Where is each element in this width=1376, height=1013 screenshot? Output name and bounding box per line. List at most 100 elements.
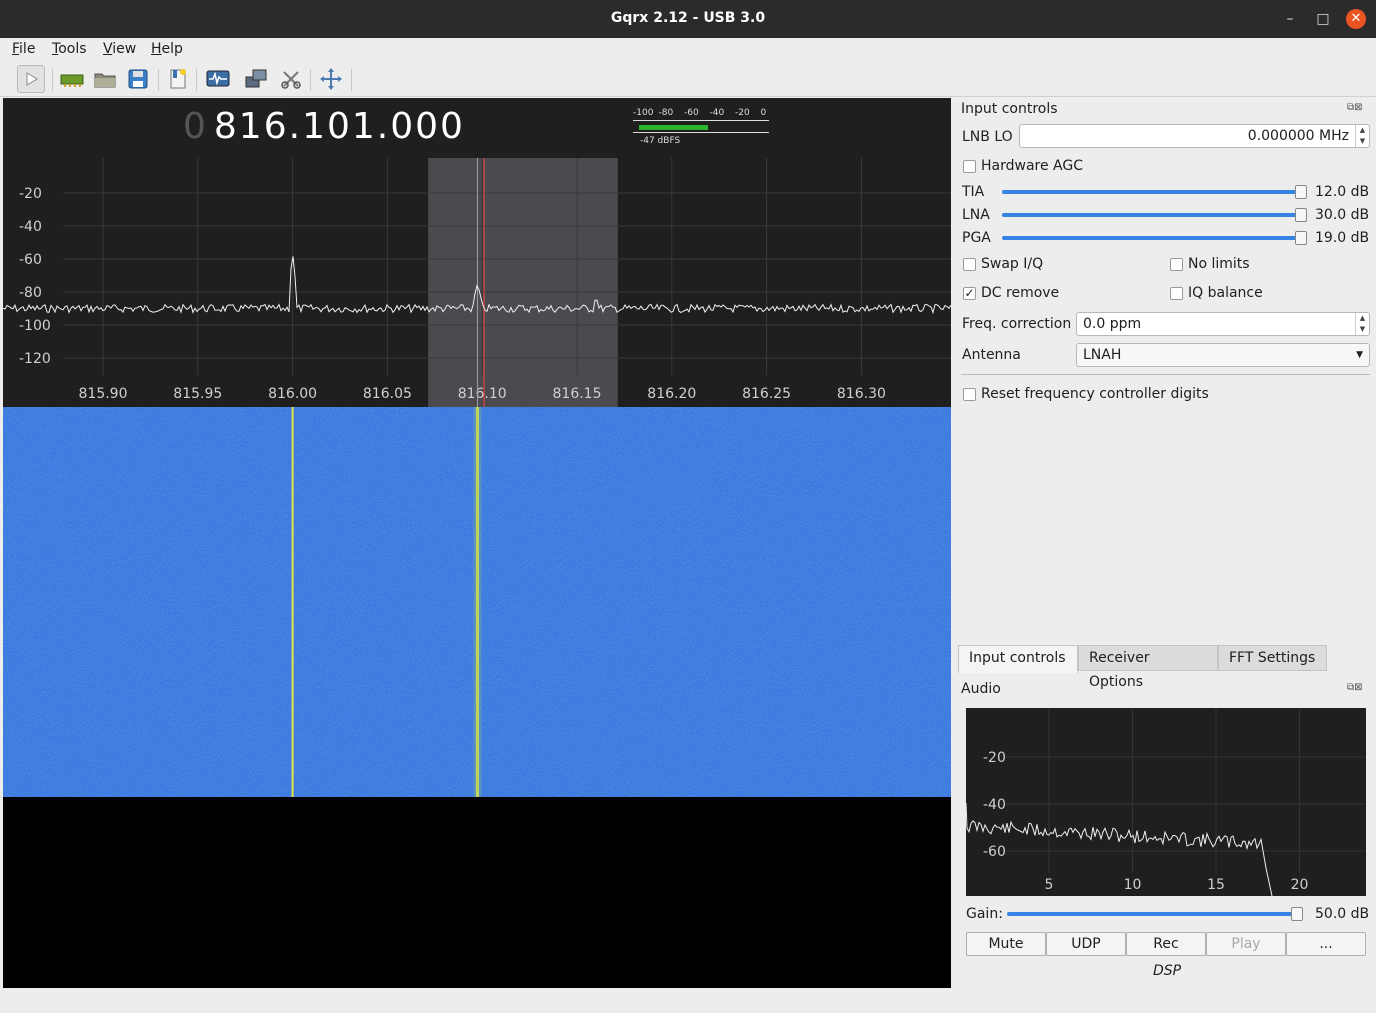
swap-iq-checkbox[interactable] — [963, 258, 976, 271]
audio-gain-handle[interactable] — [1291, 907, 1303, 921]
menu-view[interactable]: View — [103, 41, 136, 57]
dc-remove-checkbox[interactable]: ✓ — [963, 287, 976, 300]
status-bar — [0, 988, 1376, 1013]
pga-slider-handle[interactable] — [1295, 231, 1307, 245]
freq-axis-label: 816.30 — [837, 386, 886, 402]
freq-correction-input[interactable]: 0.0 ppm ▲ ▼ — [1076, 312, 1370, 336]
open-button[interactable] — [91, 65, 119, 93]
bookmark-icon — [170, 69, 186, 89]
filter-passband — [428, 158, 618, 407]
iq-balance-checkbox[interactable] — [1170, 287, 1183, 300]
waterfall-canvas[interactable] — [3, 407, 951, 797]
io-config-button[interactable] — [58, 65, 86, 93]
play-audio-button[interactable]: Play — [1206, 932, 1286, 956]
gqrx-window: Gqrx 2.12 - USB 3.0 – □ ✕ File Tools Vie… — [0, 0, 1376, 1013]
toolbar-separator — [158, 69, 159, 91]
dc-remove-label: DC remove — [981, 285, 1060, 301]
pga-label: PGA — [962, 230, 991, 246]
db-axis-label: -60 — [19, 252, 42, 268]
remote-control-icon — [206, 70, 230, 87]
tab-fft-settings[interactable]: FFT Settings — [1218, 645, 1327, 671]
audio-khz-label: 5 — [1045, 877, 1054, 893]
audio-fft-canvas: -20 -40 -60 5 10 15 20 — [965, 708, 1366, 897]
lnb-lo-spinner[interactable]: ▲ ▼ — [1355, 125, 1369, 147]
audio-db-label: -20 — [983, 750, 1006, 766]
cut-button[interactable] — [277, 65, 305, 93]
menu-tools[interactable]: Tools — [52, 41, 87, 57]
waterfall-signal-glow — [473, 407, 482, 797]
section-divider — [961, 374, 1370, 375]
freq-axis-label: 816.15 — [553, 386, 602, 402]
udp-button[interactable]: UDP — [1046, 932, 1126, 956]
rec-button[interactable]: Rec — [1126, 932, 1206, 956]
audio-dock-buttons[interactable]: ⧉⊠ — [1347, 682, 1363, 693]
play-icon — [26, 72, 38, 86]
tia-label: TIA — [962, 184, 985, 200]
minimize-button[interactable]: – — [1280, 9, 1300, 29]
db-axis-label: -20 — [19, 186, 42, 202]
menu-help[interactable]: Help — [151, 41, 183, 57]
audio-gain-label: Gain: — [966, 906, 1003, 922]
db-axis-label: -120 — [19, 351, 51, 367]
audio-title: Audio — [961, 681, 1001, 697]
dsp-label: DSP — [1153, 963, 1182, 979]
spectrum-canvas[interactable]: 815.90 815.95 816.00 816.05 816.10 816.15 816.… — [3, 98, 951, 407]
network-button[interactable] — [243, 65, 271, 93]
hardware-agc-label: Hardware AGC — [981, 158, 1083, 174]
lna-slider[interactable] — [1002, 213, 1302, 217]
audio-db-label: -40 — [983, 797, 1006, 813]
tia-value: 12.0 dB — [1315, 184, 1370, 200]
freq-axis-label: 815.90 — [79, 386, 128, 402]
tab-receiver-options[interactable]: Receiver Options — [1078, 645, 1218, 690]
waterfall-signal-trace — [291, 407, 294, 797]
close-button[interactable]: ✕ — [1346, 9, 1366, 29]
waterfall-display[interactable] — [3, 407, 951, 797]
hardware-agc-checkbox[interactable] — [963, 160, 976, 173]
bookmark-button[interactable] — [164, 65, 192, 93]
audio-gain-slider[interactable] — [1007, 912, 1303, 916]
db-axis-label: -80 — [19, 285, 42, 301]
iq-balance-label: IQ balance — [1188, 285, 1263, 301]
toolbar — [0, 61, 1376, 97]
tia-slider[interactable] — [1002, 190, 1302, 194]
play-button[interactable] — [17, 65, 45, 93]
reset-digits-checkbox[interactable] — [963, 388, 976, 401]
audio-khz-label: 10 — [1124, 877, 1142, 893]
open-file-icon — [94, 73, 116, 88]
mute-button[interactable]: Mute — [966, 932, 1046, 956]
toolbar-separator — [310, 69, 311, 91]
tab-input-controls[interactable]: Input controls — [958, 645, 1078, 673]
chevron-down-icon: ▼ — [1356, 350, 1363, 360]
audio-fft-plot[interactable]: -20 -40 -60 5 10 15 20 — [965, 708, 1366, 897]
no-limits-checkbox[interactable] — [1170, 258, 1183, 271]
lnb-lo-input[interactable]: 0.000000 MHz ▲ ▼ — [1019, 124, 1370, 148]
menu-file[interactable]: File — [12, 41, 35, 57]
antenna-label: Antenna — [962, 347, 1021, 363]
toolbar-separator — [52, 69, 53, 91]
freq-axis-label: 816.10 — [458, 386, 507, 402]
dock-float-close-buttons[interactable]: ⧉⊠ — [1347, 102, 1363, 113]
window-title: Gqrx 2.12 - USB 3.0 — [610, 10, 766, 26]
db-axis-label: -40 — [19, 219, 42, 235]
no-limits-label: No limits — [1188, 256, 1250, 272]
lna-slider-handle[interactable] — [1295, 208, 1307, 222]
freq-correction-label: Freq. correction — [962, 316, 1072, 332]
freq-axis-label: 816.25 — [742, 386, 791, 402]
remote-control-button[interactable] — [204, 65, 232, 93]
pga-slider[interactable] — [1002, 236, 1302, 240]
maximize-button[interactable]: □ — [1313, 9, 1333, 29]
pga-value: 19.0 dB — [1315, 230, 1370, 246]
audio-options-button[interactable]: ... — [1286, 932, 1366, 956]
spectrum-plot[interactable]: 0 816.101.000 -100 -80 -60 -40 -20 0 -47 dBFS … — [3, 98, 951, 407]
save-icon — [128, 69, 148, 89]
audio-db-label: -60 — [983, 844, 1006, 860]
save-button[interactable] — [124, 65, 152, 93]
freq-axis-label: 816.00 — [268, 386, 317, 402]
swap-iq-label: Swap I/Q — [981, 256, 1044, 272]
adjust-fft-button[interactable] — [317, 65, 345, 93]
freq-axis-label: 815.95 — [173, 386, 222, 402]
antenna-select[interactable]: LNAH ▼ — [1076, 343, 1370, 367]
freq-correction-spinner[interactable]: ▲ ▼ — [1355, 313, 1369, 335]
audio-spectrum-trace — [965, 802, 1273, 897]
tia-slider-handle[interactable] — [1295, 185, 1307, 199]
